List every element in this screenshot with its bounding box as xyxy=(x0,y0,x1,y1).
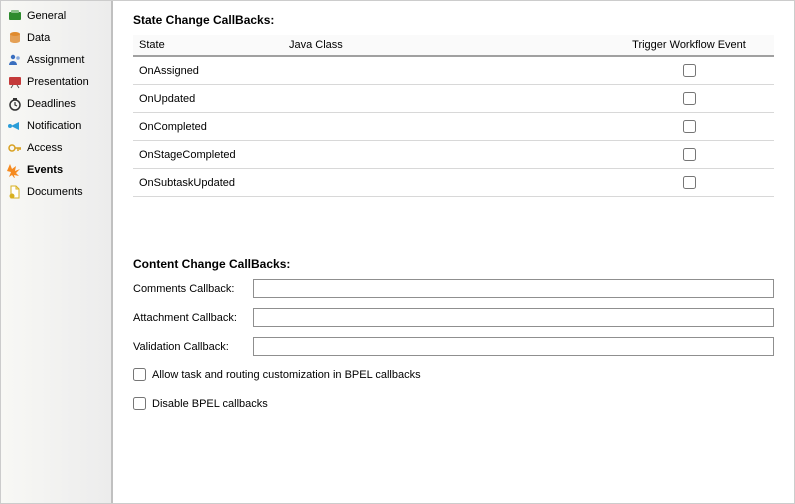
sidebar-item-label: Events xyxy=(27,164,63,176)
allow-customization-row: Allow task and routing customization in … xyxy=(133,368,774,381)
notification-icon xyxy=(7,118,23,134)
sidebar-item-label: Notification xyxy=(27,120,81,132)
trigger-cell xyxy=(604,56,774,85)
trigger-checkbox[interactable] xyxy=(683,92,696,105)
access-icon xyxy=(7,140,23,156)
state-change-title: State Change CallBacks: xyxy=(133,13,774,27)
general-icon xyxy=(7,8,23,24)
sidebar-item-notification[interactable]: Notification xyxy=(1,115,111,137)
documents-icon xyxy=(7,184,23,200)
sidebar-item-label: Deadlines xyxy=(27,98,76,110)
content-change-title: Content Change CallBacks: xyxy=(133,257,774,271)
comments-callback-input[interactable] xyxy=(253,279,774,298)
presentation-icon xyxy=(7,74,23,90)
trigger-checkbox[interactable] xyxy=(683,64,696,77)
state-cell[interactable]: OnAssigned xyxy=(133,56,283,85)
sidebar-item-deadlines[interactable]: Deadlines xyxy=(1,93,111,115)
trigger-checkbox[interactable] xyxy=(683,176,696,189)
trigger-cell xyxy=(604,169,774,197)
disable-bpel-label[interactable]: Disable BPEL callbacks xyxy=(152,398,268,410)
events-icon xyxy=(7,162,23,178)
table-row: OnSubtaskUpdated xyxy=(133,169,774,197)
state-cell[interactable]: OnUpdated xyxy=(133,85,283,113)
state-cell[interactable]: OnStageCompleted xyxy=(133,141,283,169)
sidebar-item-documents[interactable]: Documents xyxy=(1,181,111,203)
content-pane: State Change CallBacks: State Java Class… xyxy=(113,1,794,503)
sidebar-item-assignment[interactable]: Assignment xyxy=(1,49,111,71)
col-state: State xyxy=(133,35,283,56)
java-class-cell[interactable] xyxy=(283,113,604,141)
table-row: OnAssigned xyxy=(133,56,774,85)
assignment-icon xyxy=(7,52,23,68)
java-class-cell[interactable] xyxy=(283,169,604,197)
java-class-cell[interactable] xyxy=(283,85,604,113)
allow-customization-label[interactable]: Allow task and routing customization in … xyxy=(152,369,421,381)
col-trigger: Trigger Workflow Event xyxy=(604,35,774,56)
sidebar-item-label: Access xyxy=(27,142,62,154)
validation-callback-label: Validation Callback: xyxy=(133,341,253,353)
validation-callback-row: Validation Callback: xyxy=(133,337,774,356)
state-change-table: State Java Class Trigger Workflow Event … xyxy=(133,35,774,197)
sidebar-item-general[interactable]: General xyxy=(1,5,111,27)
allow-customization-checkbox[interactable] xyxy=(133,368,146,381)
state-cell[interactable]: OnSubtaskUpdated xyxy=(133,169,283,197)
attachment-callback-row: Attachment Callback: xyxy=(133,308,774,327)
table-row: OnStageCompleted xyxy=(133,141,774,169)
deadlines-icon xyxy=(7,96,23,112)
sidebar-item-label: Assignment xyxy=(27,54,84,66)
sidebar-item-data[interactable]: Data xyxy=(1,27,111,49)
sidebar-item-label: Presentation xyxy=(27,76,89,88)
sidebar-item-label: Documents xyxy=(27,186,83,198)
col-java-class: Java Class xyxy=(283,35,604,56)
trigger-cell xyxy=(604,85,774,113)
sidebar-item-label: Data xyxy=(27,32,50,44)
table-row: OnUpdated xyxy=(133,85,774,113)
trigger-checkbox[interactable] xyxy=(683,148,696,161)
attachment-callback-label: Attachment Callback: xyxy=(133,312,253,324)
sidebar-item-events[interactable]: Events xyxy=(1,159,111,181)
trigger-checkbox[interactable] xyxy=(683,120,696,133)
disable-bpel-checkbox[interactable] xyxy=(133,397,146,410)
comments-callback-label: Comments Callback: xyxy=(133,283,253,295)
comments-callback-row: Comments Callback: xyxy=(133,279,774,298)
trigger-cell xyxy=(604,113,774,141)
sidebar: General Data Assignment Presentation Deadlin… xyxy=(1,1,113,503)
data-icon xyxy=(7,30,23,46)
trigger-cell xyxy=(604,141,774,169)
app-window: General Data Assignment Presentation Deadlin… xyxy=(0,0,795,504)
java-class-cell[interactable] xyxy=(283,141,604,169)
sidebar-item-label: General xyxy=(27,10,66,22)
attachment-callback-input[interactable] xyxy=(253,308,774,327)
table-row: OnCompleted xyxy=(133,113,774,141)
sidebar-item-access[interactable]: Access xyxy=(1,137,111,159)
disable-bpel-row: Disable BPEL callbacks xyxy=(133,397,774,410)
java-class-cell[interactable] xyxy=(283,56,604,85)
state-cell[interactable]: OnCompleted xyxy=(133,113,283,141)
sidebar-item-presentation[interactable]: Presentation xyxy=(1,71,111,93)
validation-callback-input[interactable] xyxy=(253,337,774,356)
